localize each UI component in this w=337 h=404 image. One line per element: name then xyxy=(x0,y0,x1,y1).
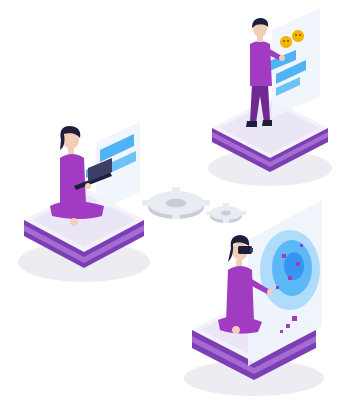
hand xyxy=(267,289,273,295)
pixel-icon xyxy=(282,254,286,258)
torso xyxy=(226,266,254,322)
platform-top-right xyxy=(208,98,332,186)
hand xyxy=(279,55,285,61)
foot xyxy=(232,326,240,334)
neck xyxy=(236,260,242,266)
torso xyxy=(60,154,86,204)
hand xyxy=(85,183,91,189)
shoes xyxy=(246,121,257,127)
gears-icon xyxy=(142,187,246,223)
emoji-icon xyxy=(292,30,304,42)
foot xyxy=(70,218,78,226)
emoji-icon xyxy=(280,36,292,48)
vr-headset-icon xyxy=(238,246,252,254)
torso xyxy=(250,41,272,86)
isometric-illustration xyxy=(0,0,337,404)
